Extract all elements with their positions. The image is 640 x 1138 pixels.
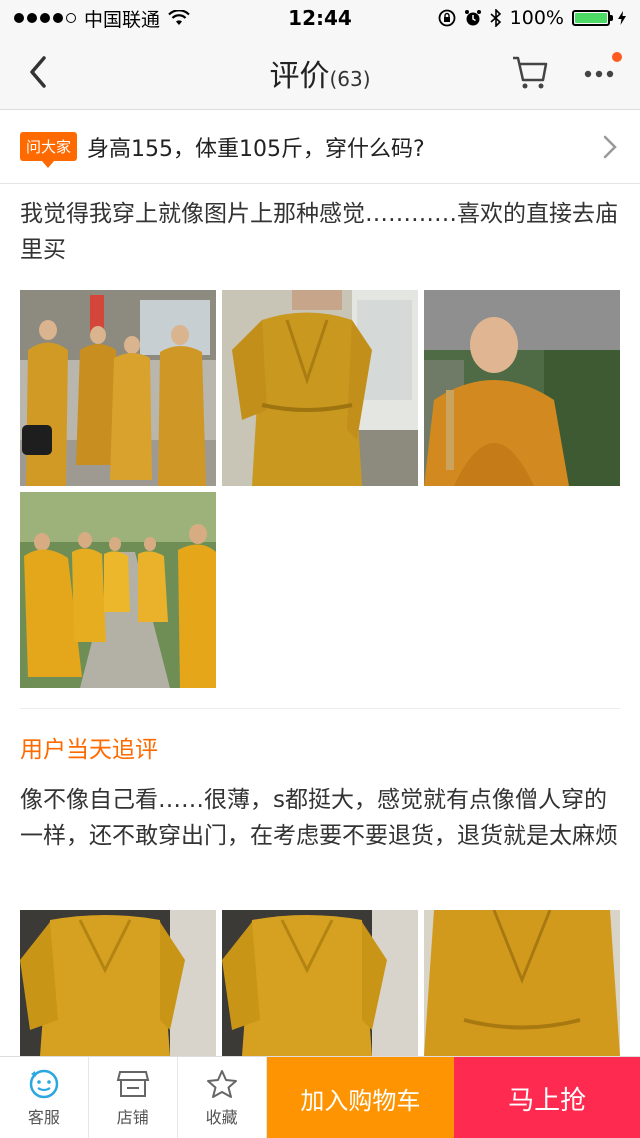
photo-robe-mirror-1 <box>20 910 216 1056</box>
page-title-text: 评价 <box>269 58 330 94</box>
shopping-cart-icon <box>513 56 548 89</box>
review-photo[interactable] <box>20 492 216 688</box>
photo-monks-procession <box>20 492 216 688</box>
store-icon <box>116 1071 150 1097</box>
question-text: 身高155，体重105斤，穿什么码? <box>87 136 425 162</box>
customer-service-label: 客服 <box>27 1108 60 1127</box>
status-time: 12:44 <box>288 6 352 30</box>
followup-label: 用户当天追评 <box>20 737 158 763</box>
chevron-left-icon <box>30 56 46 88</box>
ask-everyone-badge: 问大家 <box>20 132 78 168</box>
bluetooth-icon <box>490 9 501 27</box>
customer-service-button[interactable]: 客服 <box>0 1057 89 1138</box>
review-photo[interactable] <box>20 290 216 486</box>
photo-monks-hall <box>20 290 216 486</box>
navigation-bar: 评价(63) <box>0 36 640 110</box>
ask-everyone-bar[interactable]: 问大家 身高155，体重105斤，穿什么码? <box>0 110 640 184</box>
customer-service-icon <box>29 1069 59 1099</box>
review-photo[interactable] <box>222 290 418 486</box>
store-button[interactable]: 店铺 <box>89 1057 178 1138</box>
notification-dot <box>612 52 622 62</box>
followup-photo[interactable] <box>222 910 418 1056</box>
signal-strength-icon <box>14 13 76 23</box>
photo-monk-portrait <box>424 290 620 486</box>
page-title: 评价(63) <box>269 51 370 95</box>
chevron-right-icon <box>603 135 617 159</box>
photo-robe-mirror-2 <box>222 910 418 1056</box>
back-button[interactable] <box>22 50 62 94</box>
store-label: 店铺 <box>116 1108 149 1127</box>
alarm-icon <box>464 10 481 26</box>
status-bar: 中国联通 12:44 100% <box>0 0 640 36</box>
battery-icon <box>572 10 613 26</box>
star-icon <box>206 1070 237 1098</box>
divider <box>20 708 620 709</box>
followup-photo[interactable] <box>20 910 216 1056</box>
more-options-button[interactable] <box>578 50 622 94</box>
review-page: 中国联通 12:44 100% 评价(63) 问大家 身高155，体重105斤，… <box>0 0 640 1138</box>
bottom-action-bar: 客服 店铺 收藏 加入购物车 马上抢 <box>0 1056 640 1138</box>
photo-robe-front <box>222 290 418 486</box>
review-photo[interactable] <box>424 290 620 486</box>
cart-button[interactable] <box>510 50 550 94</box>
review-count: (63) <box>329 66 371 91</box>
battery-percent: 100% <box>509 7 564 29</box>
photo-robe-closeup <box>424 910 620 1056</box>
favorite-button[interactable]: 收藏 <box>178 1057 267 1138</box>
buy-now-button[interactable]: 马上抢 <box>454 1057 640 1138</box>
add-to-cart-button[interactable]: 加入购物车 <box>266 1057 455 1138</box>
followup-text: 像不像自己看……很薄，s都挺大，感觉就有点像僧人穿的一样，还不敢穿出门，在考虑要… <box>20 787 618 849</box>
review-text: 我觉得我穿上就像图片上那种感觉…………喜欢的直接去庙里买 <box>20 201 618 263</box>
followup-photo[interactable] <box>424 910 620 1056</box>
charging-icon <box>618 11 626 25</box>
favorite-label: 收藏 <box>205 1108 238 1127</box>
orientation-lock-icon <box>438 9 456 27</box>
wifi-icon <box>168 10 190 25</box>
carrier-name: 中国联通 <box>84 8 161 31</box>
